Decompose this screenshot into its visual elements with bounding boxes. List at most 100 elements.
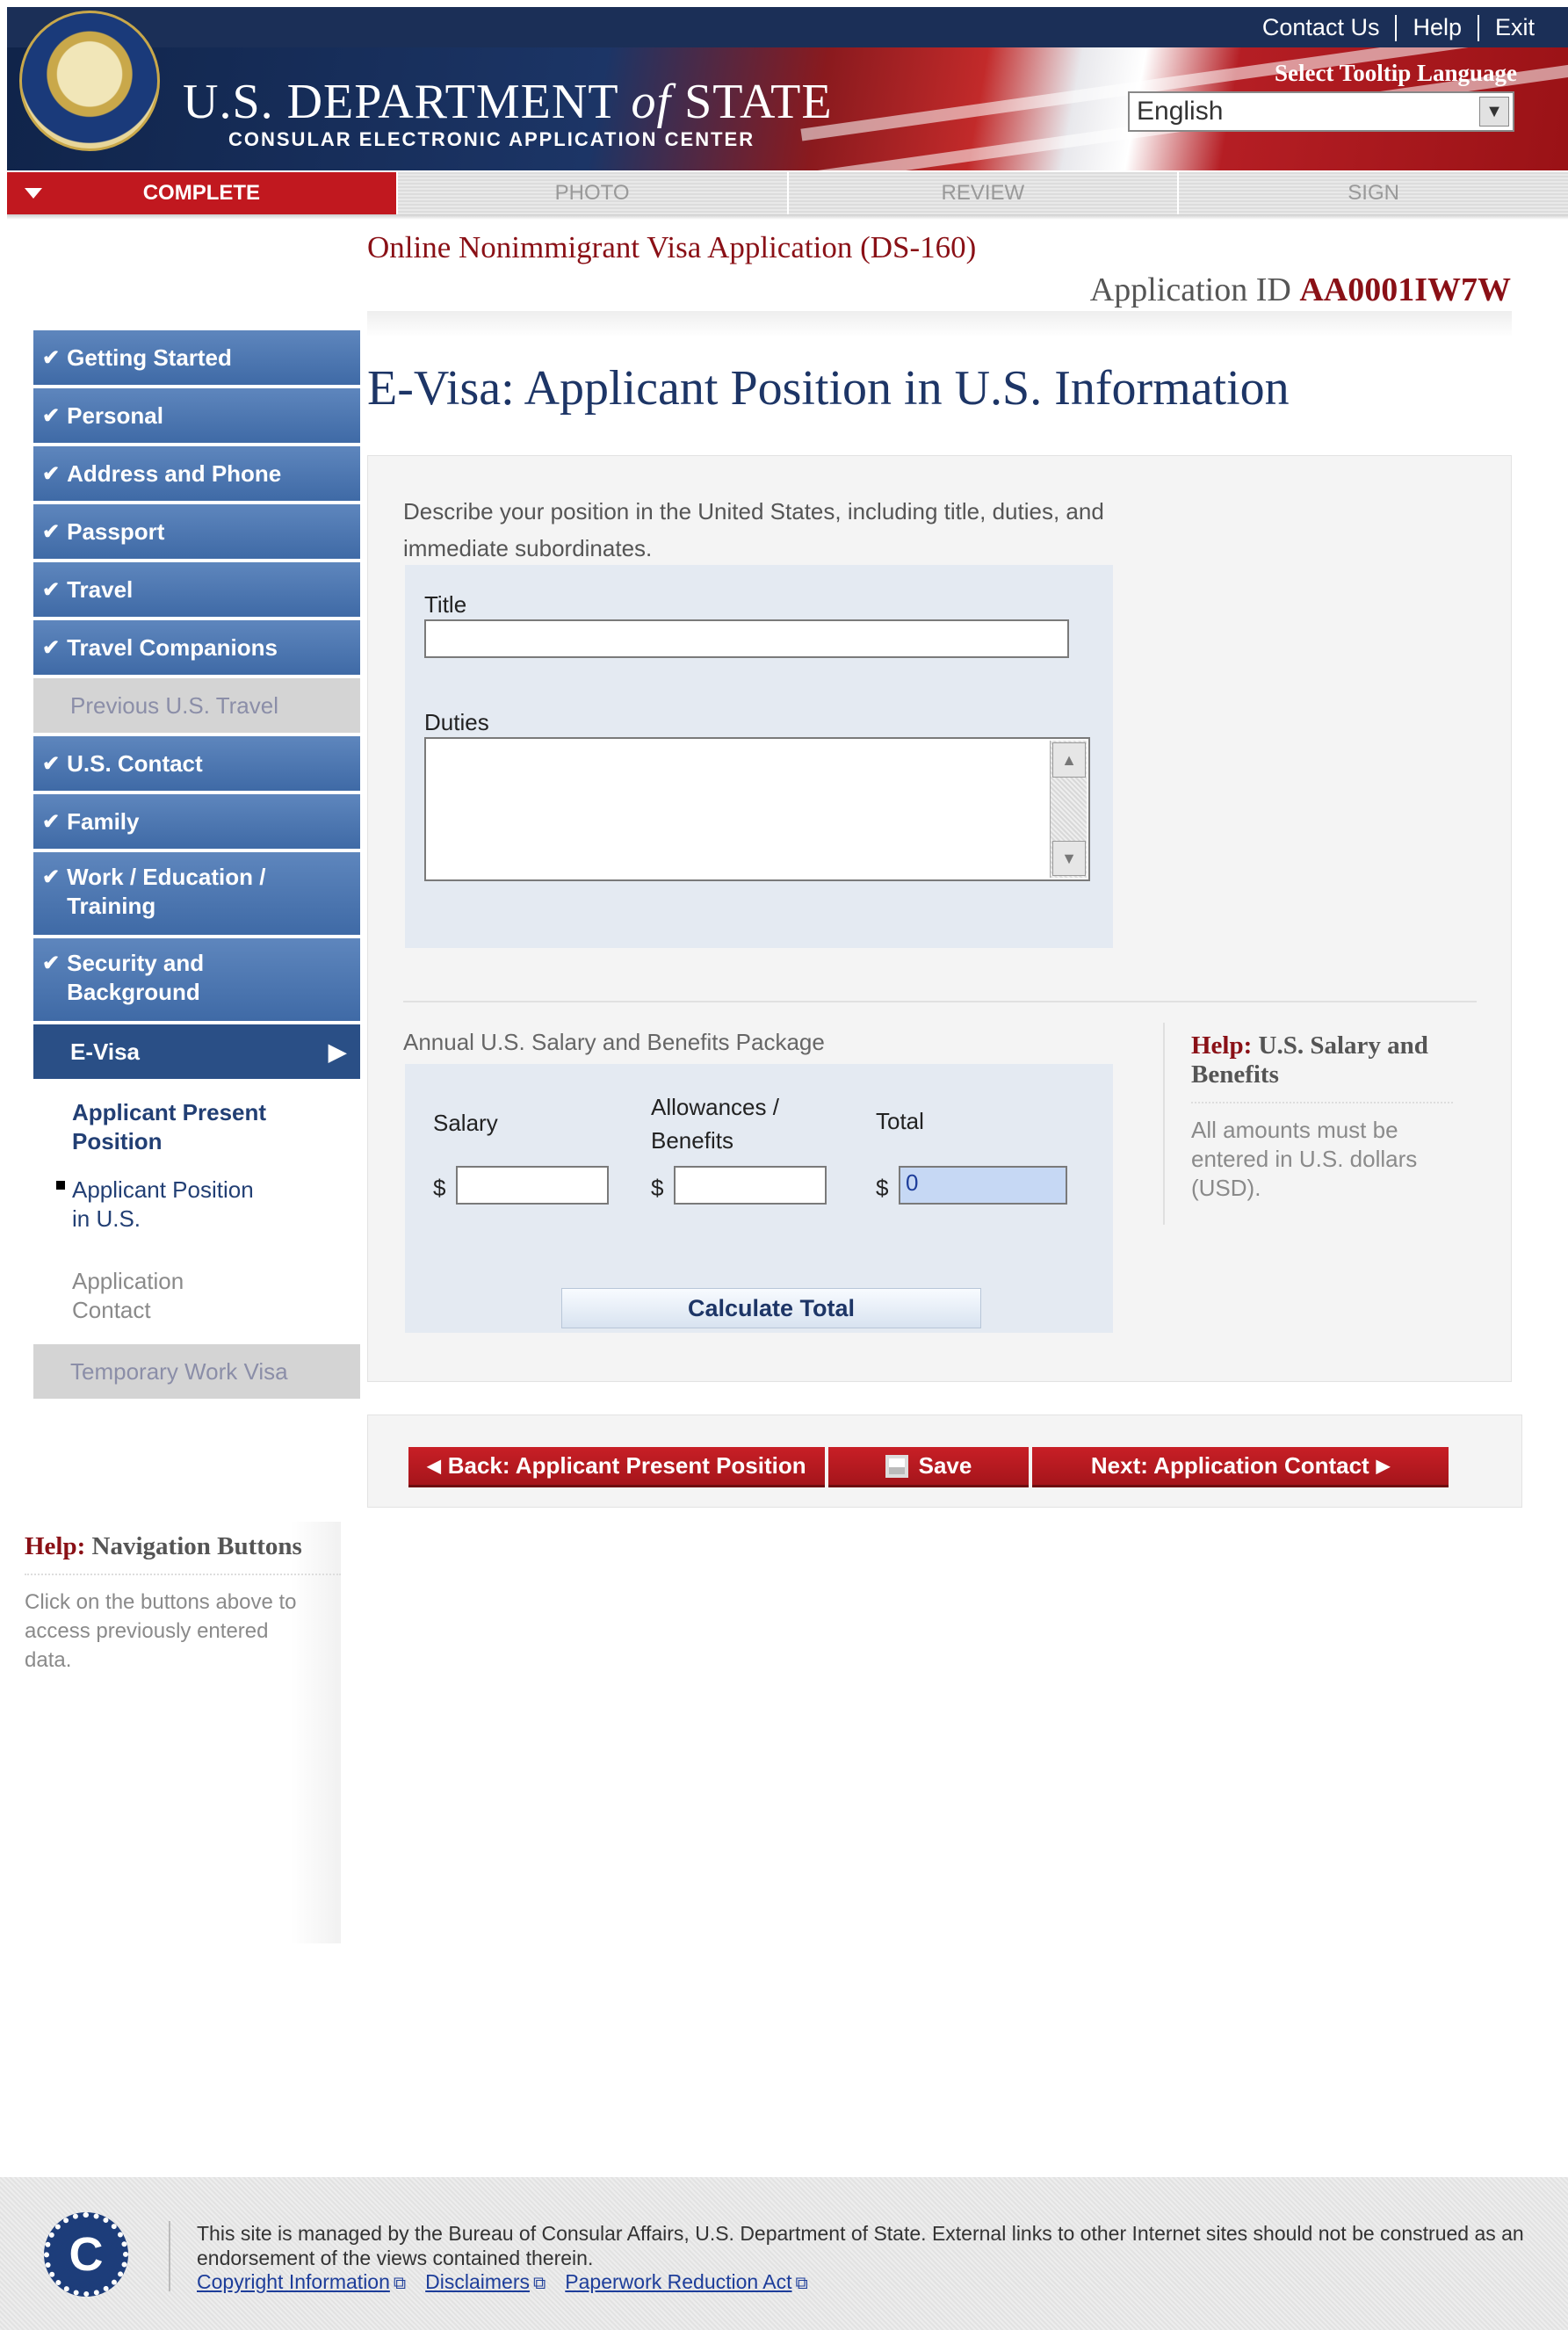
footer: C This site is managed by the Bureau of … [0, 2177, 1568, 2330]
footer-text: This site is managed by the Bureau of Co… [197, 2222, 1524, 2269]
duties-textarea[interactable]: ▲ ▼ [424, 737, 1090, 881]
sidebar-item-getting-started[interactable]: ✔ Getting Started [33, 330, 360, 385]
check-icon: ✔ [42, 865, 61, 889]
exit-link[interactable]: Exit [1479, 14, 1550, 41]
help-salary-body: All amounts must be entered in U.S. doll… [1191, 1117, 1418, 1201]
check-icon: ✔ [42, 577, 61, 602]
subnav-applicant-present-position[interactable]: Applicant Present Position [33, 1098, 360, 1176]
progress-tabs: COMPLETE PHOTO REVIEW SIGN [7, 172, 1568, 214]
subnav-label: Applicant Position in U.S. [72, 1176, 254, 1232]
tab-sign[interactable]: SIGN [1177, 172, 1568, 214]
back-button-label: Back: Applicant Present Position [447, 1452, 806, 1479]
allowances-input[interactable] [674, 1166, 827, 1205]
tab-label: COMPLETE [142, 181, 261, 205]
scroll-down-icon[interactable]: ▼ [1052, 841, 1086, 876]
salary-label: Salary [433, 1110, 498, 1136]
help-salary-panel: Help: U.S. Salary and Benefits All amoun… [1163, 1023, 1453, 1225]
link-label: Copyright Information [197, 2270, 390, 2293]
sidebar-item-label: U.S. Contact [67, 749, 203, 777]
subnav-applicant-position-us[interactable]: Applicant Position in U.S. [33, 1176, 360, 1267]
help-nav-title: Help: Navigation Buttons [25, 1522, 341, 1575]
external-link-icon: ⧉ [533, 2274, 546, 2293]
subnav-label: Application Contact [72, 1268, 184, 1323]
help-title-text: Navigation Buttons [91, 1532, 302, 1560]
caret-down-icon [25, 188, 42, 199]
help-nav-body: Click on the buttons above to access pre… [25, 1590, 297, 1672]
sidebar-item-label: Address and Phone [67, 459, 282, 487]
link-label: Paperwork Reduction Act [565, 2270, 792, 2293]
sidebar-item-travel-companions[interactable]: ✔ Travel Companions [33, 620, 360, 675]
help-salary-title: Help: U.S. Salary and Benefits [1191, 1023, 1453, 1103]
salary-section-heading: Annual U.S. Salary and Benefits Package [403, 1029, 825, 1055]
paperwork-reduction-link[interactable]: Paperwork Reduction Act ⧉ [565, 2270, 808, 2294]
sidebar-item-family[interactable]: ✔ Family [33, 794, 360, 849]
external-link-icon: ⧉ [393, 2274, 407, 2293]
link-label: Disclaimers [425, 2270, 531, 2293]
check-icon: ✔ [42, 952, 61, 975]
next-button-label: Next: Application Contact [1090, 1452, 1369, 1479]
sidebar-item-address-phone[interactable]: ✔ Address and Phone [33, 446, 360, 501]
tab-review[interactable]: REVIEW [786, 172, 1178, 214]
position-box: Title Duties ▲ ▼ [405, 565, 1113, 948]
check-icon: ✔ [42, 403, 61, 428]
title-band [367, 311, 1512, 337]
sidebar-item-personal[interactable]: ✔ Personal [33, 388, 360, 443]
check-icon: ✔ [42, 519, 61, 544]
copyright-link[interactable]: Copyright Information ⧉ [197, 2270, 406, 2294]
scrollbar[interactable]: ▲ ▼ [1050, 741, 1087, 878]
sidebar-item-label: Travel Companions [67, 633, 278, 661]
allowances-label: Allowances / Benefits [651, 1094, 779, 1154]
sidebar-item-label: Temporary Work Visa [70, 1357, 288, 1385]
sidebar-item-passport[interactable]: ✔ Passport [33, 504, 360, 559]
sidebar-item-label: Previous U.S. Travel [70, 691, 278, 719]
save-button[interactable]: Save [828, 1447, 1029, 1487]
position-description: Describe your position in the United Sta… [403, 498, 1104, 561]
back-button[interactable]: ◀ Back: Applicant Present Position [408, 1447, 825, 1487]
department-subtitle: CONSULAR ELECTRONIC APPLICATION CENTER [228, 128, 755, 150]
sidebar-item-label: Getting Started [67, 344, 232, 371]
check-icon: ✔ [42, 751, 61, 776]
sidebar-item-label: E-Visa [70, 1038, 141, 1065]
help-link[interactable]: Help [1397, 14, 1478, 41]
tooltip-language-select[interactable]: English ▼ [1128, 91, 1514, 132]
top-bar: Contact Us Help Exit [7, 7, 1568, 47]
top-links: Contact Us Help Exit [1246, 14, 1550, 41]
tooltip-language-label: Select Tooltip Language [1274, 60, 1517, 86]
department-title-of: of [631, 75, 672, 129]
duties-label: Duties [424, 709, 489, 735]
title-input[interactable] [424, 619, 1069, 658]
currency-symbol: $ [433, 1175, 446, 1201]
salary-input[interactable] [456, 1166, 609, 1205]
tab-complete[interactable]: COMPLETE [7, 172, 396, 214]
scroll-up-icon[interactable]: ▲ [1052, 742, 1086, 778]
save-button-label: Save [918, 1452, 972, 1479]
contact-us-link[interactable]: Contact Us [1246, 14, 1396, 41]
application-id-value: AA0001IW7W [1299, 271, 1511, 308]
total-input[interactable]: 0 [899, 1166, 1067, 1205]
currency-symbol: $ [876, 1175, 889, 1201]
tab-label: PHOTO [554, 181, 630, 205]
subnav-label: Applicant Present Position [72, 1099, 267, 1154]
help-prefix: Help: [1191, 1031, 1253, 1060]
consular-affairs-logo: C [44, 2212, 128, 2297]
disclaimers-link[interactable]: Disclaimers ⧉ [425, 2270, 546, 2294]
department-title-part: U.S. DEPARTMENT [183, 75, 618, 129]
calculate-total-button[interactable]: Calculate Total [561, 1288, 981, 1328]
sidebar-item-e-visa[interactable]: E-Visa ▶ [33, 1024, 360, 1079]
navigation-bar: ◀ Back: Applicant Present Position Save … [367, 1415, 1522, 1508]
sidebar-item-travel[interactable]: ✔ Travel [33, 562, 360, 617]
section-divider [403, 1001, 1477, 1002]
tab-photo[interactable]: PHOTO [395, 172, 787, 214]
next-button[interactable]: Next: Application Contact ▶ [1032, 1447, 1449, 1487]
sidebar-item-us-contact[interactable]: ✔ U.S. Contact [33, 736, 360, 791]
sidebar-item-security-background[interactable]: ✔ Security and Background [33, 938, 360, 1021]
sidebar-item-work-education[interactable]: ✔ Work / Education / Training [33, 852, 360, 935]
check-icon: ✔ [42, 809, 61, 834]
page-heading: E-Visa: Applicant Position in U.S. Infor… [367, 361, 1290, 416]
sidebar-item-temporary-work-visa: Temporary Work Visa [33, 1344, 360, 1399]
chevron-down-icon[interactable]: ▼ [1479, 97, 1509, 127]
sidebar-item-label: Travel [67, 575, 134, 603]
help-navigation-panel: Help: Navigation Buttons Click on the bu… [12, 1522, 341, 1675]
form-title: Online Nonimmigrant Visa Application (DS… [367, 230, 977, 264]
sidebar-item-previous-us-travel: Previous U.S. Travel [33, 678, 360, 733]
